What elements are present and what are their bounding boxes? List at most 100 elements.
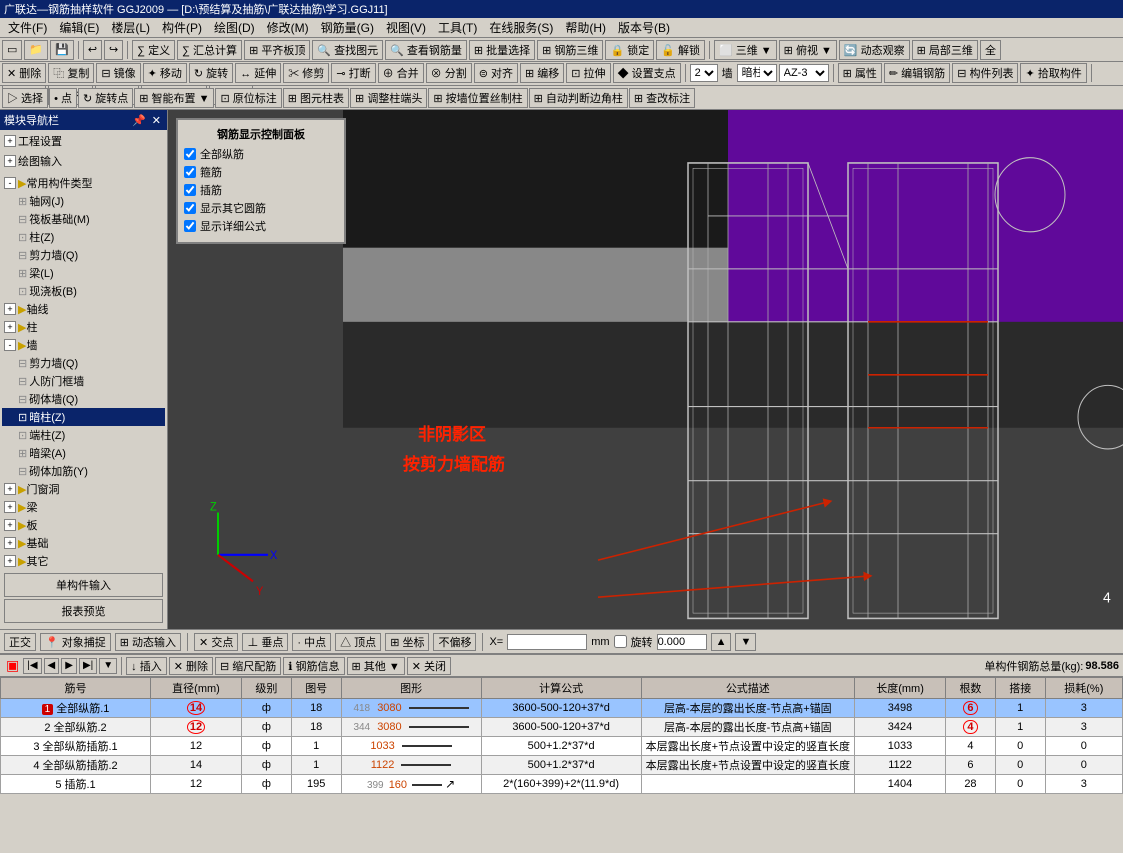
- bt-coord[interactable]: ⊞ 坐标: [385, 633, 429, 651]
- menu-view[interactable]: 视图(V): [380, 17, 432, 38]
- nav-next[interactable]: ▶: [61, 658, 77, 674]
- tb-move[interactable]: ✦ 移动: [143, 63, 187, 83]
- single-component-btn[interactable]: 单构件输入: [4, 573, 163, 597]
- tree-raft[interactable]: ⊟ 筏板基础(M): [2, 210, 165, 228]
- tb-complist[interactable]: ⊟ 构件列表: [952, 63, 1018, 83]
- section-header-draw[interactable]: + 绘图输入: [2, 152, 165, 170]
- tree-axisline[interactable]: + ▶ 轴线: [2, 300, 165, 318]
- report-preview-btn[interactable]: 报表预览: [4, 599, 163, 623]
- tree-other[interactable]: + ▶ 其它: [2, 552, 165, 569]
- bt-perpendicular[interactable]: ⊥ 垂点: [242, 633, 288, 651]
- lt-delete[interactable]: ✕ 删除: [169, 657, 213, 675]
- element-select[interactable]: AZ-3: [779, 64, 829, 82]
- tb-break[interactable]: ⊸ 打断: [331, 63, 375, 83]
- tb-delete[interactable]: ✕ 删除: [2, 63, 46, 83]
- steel-check-3[interactable]: [184, 202, 196, 214]
- tree-axis[interactable]: ⊞ 轴网(J): [2, 192, 165, 210]
- bt-midpoint[interactable]: · 中点: [292, 633, 331, 651]
- tree-shearwall2[interactable]: ⊟ 剪力墙(Q): [2, 354, 165, 372]
- tb-checksteel[interactable]: 🔍 查看钢筋量: [385, 40, 467, 60]
- menu-online[interactable]: 在线服务(S): [483, 17, 559, 38]
- tb-flatroof[interactable]: ⊞ 平齐板顶: [244, 40, 310, 60]
- menu-draw[interactable]: 绘图(D): [208, 17, 261, 38]
- sidebar-close[interactable]: ✕: [150, 114, 163, 127]
- rotate-checkbox[interactable]: [614, 635, 627, 648]
- menu-floor[interactable]: 楼层(L): [105, 17, 156, 38]
- tb-rotpoint[interactable]: ↻ 旋转点: [78, 88, 133, 108]
- tb-property[interactable]: ⊞ 属性: [838, 63, 882, 83]
- tb-colchart[interactable]: ⊞ 图元柱表: [283, 88, 349, 108]
- tb-select[interactable]: ▷ 选择: [2, 88, 48, 108]
- tb-insitu[interactable]: ⊡ 原位标注: [215, 88, 281, 108]
- nav-first[interactable]: |◀: [23, 658, 41, 674]
- menu-modify[interactable]: 修改(M): [261, 17, 315, 38]
- steel-check-1[interactable]: [184, 166, 196, 178]
- bt-rotate-down[interactable]: ▼: [735, 633, 756, 651]
- tb-checkanno[interactable]: ⊞ 查改标注: [629, 88, 695, 108]
- tb-local3d[interactable]: ⊞ 局部三维: [912, 40, 978, 60]
- nav-prev[interactable]: ◀: [44, 658, 60, 674]
- bt-ortho[interactable]: 正交: [4, 633, 36, 651]
- menu-tools[interactable]: 工具(T): [432, 17, 483, 38]
- tb-point[interactable]: • 点: [49, 88, 77, 108]
- menu-edit[interactable]: 编辑(E): [53, 17, 105, 38]
- tree-endcol[interactable]: ⊡ 端柱(Z): [2, 426, 165, 444]
- nav-down[interactable]: ▼: [99, 658, 117, 674]
- tb-smartlayout[interactable]: ⊞ 智能布置 ▼: [134, 88, 214, 108]
- menu-file[interactable]: 文件(F): [2, 17, 53, 38]
- tb-open[interactable]: 📁: [24, 40, 48, 60]
- bt-osnap[interactable]: 📍 对象捕捉: [40, 633, 111, 651]
- tree-civildefwall[interactable]: ⊟ 人防门框墙: [2, 372, 165, 390]
- tb-align[interactable]: ⊜ 对齐: [474, 63, 518, 83]
- tb-editsteel[interactable]: ✏ 编辑钢筋: [884, 63, 950, 83]
- tree-slab2[interactable]: + ▶ 板: [2, 516, 165, 534]
- bt-nooffset[interactable]: 不偏移: [433, 633, 476, 651]
- bt-vertex[interactable]: △ 顶点: [335, 633, 381, 651]
- table-row[interactable]: 4 全部纵筋插筋.2 14 ф 1 1122 500+1.2*37*d 本层露出…: [1, 756, 1123, 775]
- table-row[interactable]: 3 全部纵筋插筋.1 12 ф 1 1033 500+1.2*37*d 本层露出…: [1, 737, 1123, 756]
- tb-dynamic[interactable]: 🔄 动态观察: [839, 40, 910, 60]
- table-row[interactable]: 2 全部纵筋.2 12 ф 18 344 3080 3600-500-120+3…: [1, 718, 1123, 737]
- tb-merge[interactable]: ⊕ 合并: [378, 63, 424, 83]
- lt-scalebar[interactable]: ⊟ 缩尺配筋: [215, 657, 281, 675]
- tb-split[interactable]: ⊗ 分割: [426, 63, 472, 83]
- tb-3d[interactable]: ⬜ 三维 ▼: [714, 40, 777, 60]
- tree-col2[interactable]: + ▶ 柱: [2, 318, 165, 336]
- tree-doorwin[interactable]: + ▶ 门窗洞: [2, 480, 165, 498]
- tb-stretch[interactable]: ⊡ 拉伸: [566, 63, 610, 83]
- tree-beam[interactable]: ⊞ 梁(L): [2, 264, 165, 282]
- tb-adjustend[interactable]: ⊞ 调整柱端头: [350, 88, 427, 108]
- steel-check-2[interactable]: [184, 184, 196, 196]
- menu-steelqty[interactable]: 钢筋量(G): [315, 17, 380, 38]
- tb-batchselect[interactable]: ⊞ 批量选择: [469, 40, 535, 60]
- x-input[interactable]: [507, 634, 587, 650]
- section-header-setup[interactable]: + 工程设置: [2, 132, 165, 150]
- rotate-input[interactable]: [657, 634, 707, 650]
- table-row[interactable]: 5 插筋.1 12 ф 195 399 160 ↗ 2*(160+399)+2*…: [1, 775, 1123, 794]
- tb-checkdraw[interactable]: 🔍 查找图元: [312, 40, 383, 60]
- tb-copy[interactable]: ⿻ 复制: [48, 63, 94, 83]
- menu-component[interactable]: 构件(P): [156, 17, 208, 38]
- steel-check-4[interactable]: [184, 220, 196, 232]
- tree-beam2[interactable]: + ▶ 梁: [2, 498, 165, 516]
- tb-extend[interactable]: ↔ 延伸: [235, 63, 281, 83]
- tb-steel3d[interactable]: ⊞ 钢筋三维: [537, 40, 603, 60]
- tb-pickup[interactable]: ✦ 拾取构件: [1020, 63, 1086, 83]
- lt-insert[interactable]: ↓ 插入: [126, 657, 167, 675]
- tb-lock[interactable]: 🔒 锁定: [605, 40, 654, 60]
- tree-darkbeam[interactable]: ⊞ 暗梁(A): [2, 444, 165, 462]
- floor-select[interactable]: 2: [690, 64, 718, 82]
- tb-summary[interactable]: ∑ 汇总计算: [177, 40, 242, 60]
- lt-close[interactable]: ✕ 关闭: [407, 657, 451, 675]
- tb-save[interactable]: 💾: [50, 40, 74, 60]
- tb-unlock[interactable]: 🔓 解锁: [656, 40, 705, 60]
- table-row[interactable]: 1 全部纵筋.1 14 ф 18 418 3080 3600-500-120+3…: [1, 699, 1123, 718]
- tb-rotate[interactable]: ↻ 旋转: [189, 63, 233, 83]
- tb-define[interactable]: ∑ 定义: [132, 40, 175, 60]
- tb-mirror[interactable]: ⊟ 镜像: [96, 63, 140, 83]
- tb-new[interactable]: ▭: [2, 40, 22, 60]
- bt-intersection[interactable]: ✕ 交点: [194, 633, 238, 651]
- tree-foundation[interactable]: + ▶ 基础: [2, 534, 165, 552]
- tree-masonrywall[interactable]: ⊟ 砌体墙(Q): [2, 390, 165, 408]
- tb-view2[interactable]: ⊞ 俯视 ▼: [779, 40, 837, 60]
